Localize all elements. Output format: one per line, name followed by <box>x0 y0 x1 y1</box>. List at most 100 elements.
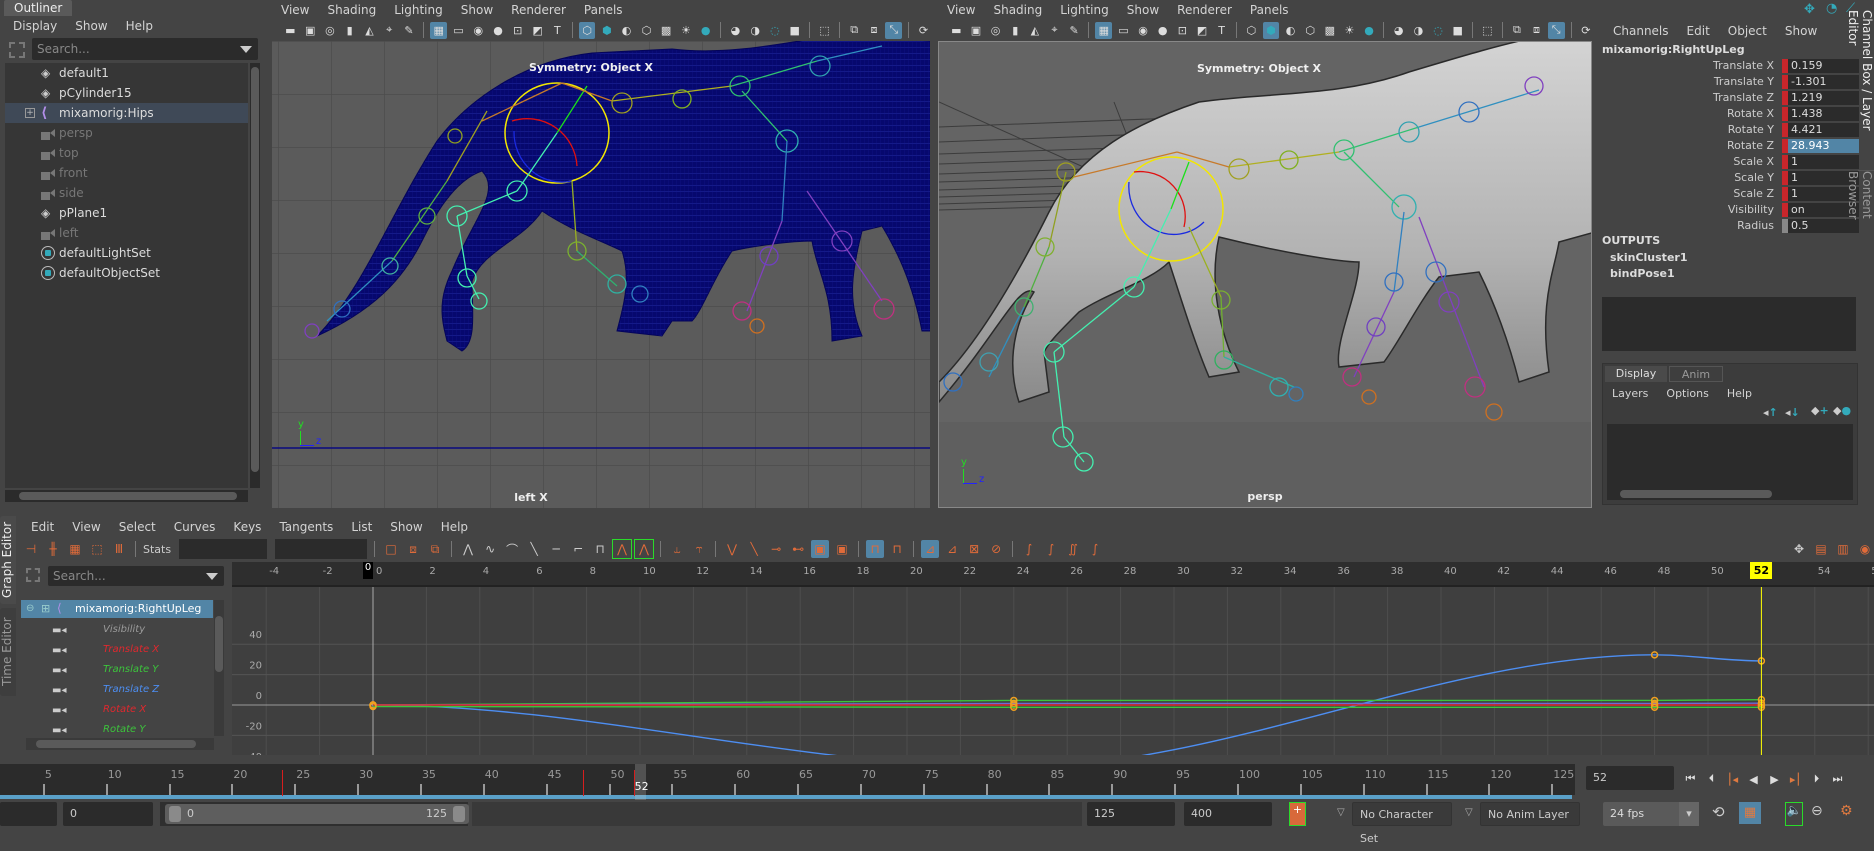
fps-dropdown[interactable]: 24 fps ▾ <box>1603 802 1699 826</box>
frame-playback-range-icon[interactable]: ⧈ <box>404 540 422 558</box>
graph-channel-row[interactable]: ▬◂ Visibility <box>20 620 216 640</box>
filter-icon[interactable] <box>9 42 25 58</box>
graph-menu-tangents[interactable]: Tangents <box>270 520 342 534</box>
cb-menu-channels[interactable]: Channels <box>1604 24 1678 38</box>
anim-start-field[interactable]: 0 <box>63 802 153 826</box>
cb-menu-object[interactable]: Object <box>1719 24 1776 38</box>
image-plane-icon[interactable]: ◭ <box>1027 22 1044 39</box>
outliner-item[interactable]: side <box>5 183 248 203</box>
channel-row[interactable]: Translate Y -1.301 <box>1596 74 1859 90</box>
go-to-end-icon[interactable]: ⏭ <box>1829 771 1846 788</box>
time-editor-icon[interactable]: ◉ <box>1856 540 1874 558</box>
character-set-dropdown-icon[interactable]: ▽ <box>1337 807 1345 818</box>
outliner-item[interactable]: ◈ pPlane1 <box>5 203 248 223</box>
auto-tangent-icon[interactable]: ⋀ <box>459 540 477 558</box>
post-infinity-offset-icon[interactable]: ∫ <box>1086 540 1104 558</box>
character-set-field[interactable]: No Character Set <box>1352 802 1452 845</box>
camera-attr-icon[interactable]: ◎ <box>322 22 339 39</box>
xray-active-icon[interactable]: ⧈ <box>1528 22 1545 39</box>
outliner-item[interactable]: left <box>5 223 248 243</box>
resolution-gate-icon[interactable]: ◉ <box>1135 22 1152 39</box>
animation-preferences-icon[interactable]: ⚙ <box>1840 803 1853 819</box>
cb-menu-show[interactable]: Show <box>1776 24 1826 38</box>
range-start-marker[interactable]: 0 <box>363 562 373 579</box>
wireframe-icon[interactable]: ⬡ <box>1243 22 1260 39</box>
anti-aliasing-icon[interactable]: ◌ <box>767 22 784 39</box>
insert-key-icon[interactable]: ╫ <box>44 540 62 558</box>
outliner-tab[interactable]: Outliner <box>4 0 72 16</box>
graph-curves[interactable]: 40200-20-40-60 <box>232 587 1874 755</box>
channel-row[interactable]: Scale Z1 <box>1596 186 1859 202</box>
hud-icon[interactable]: ⟳ <box>1577 22 1594 39</box>
outliner-search-input[interactable]: Search... <box>32 38 258 60</box>
fps-dropdown-arrow-icon[interactable]: ▾ <box>1679 802 1699 826</box>
layer-menu-layers[interactable]: Layers <box>1603 387 1657 400</box>
outliner-vscrollbar[interactable] <box>250 63 260 488</box>
outliner-hscrollbar[interactable] <box>5 490 248 502</box>
graph-channel-row[interactable]: ▬◂ Translate Z <box>20 680 216 700</box>
isolate-select-icon[interactable]: ⬚ <box>816 22 833 39</box>
camera-icon[interactable]: ▬ <box>282 22 299 39</box>
key-pin-icon[interactable]: ▬◂ <box>52 685 66 696</box>
graph-menu-help[interactable]: Help <box>432 520 477 534</box>
viewport-left-view[interactable]: Symmetry: Object X y z left X <box>272 41 930 508</box>
channel-value-field[interactable]: 1.438 <box>1788 107 1859 121</box>
channel-value-field[interactable]: 1 <box>1788 155 1859 169</box>
step-forward-key-icon[interactable]: ▸⎮ <box>1787 771 1804 788</box>
loop-icon[interactable]: ⟲ <box>1712 803 1725 821</box>
move-tool-icon[interactable]: ✥ <box>1804 2 1815 17</box>
viewport-menu-show[interactable]: Show <box>452 3 502 17</box>
attribute-editor-icon[interactable]: ◔ <box>1826 1 1837 16</box>
retime-icon[interactable]: ⊘ <box>987 540 1005 558</box>
step-forward-frame-icon[interactable]: ⏵ <box>1808 771 1825 788</box>
pan-view-icon[interactable]: ✥ <box>1790 540 1808 558</box>
pre-infinity-offset-icon[interactable]: ∬ <box>1064 540 1082 558</box>
range-slider[interactable]: 0 125 <box>165 804 469 824</box>
channel-value-field[interactable]: -1.301 <box>1788 75 1859 89</box>
xray-active-icon[interactable]: ⧈ <box>866 22 883 39</box>
viewport-menu-view[interactable]: View <box>938 3 984 17</box>
move-key-icon[interactable]: ⊣ <box>22 540 40 558</box>
safe-action-icon[interactable]: ◩ <box>1194 22 1211 39</box>
collapse-icon[interactable]: ⊖ <box>26 603 34 614</box>
viewport-right-canvas[interactable] <box>939 42 1592 508</box>
swap-buffer-curve-icon[interactable]: ▣ <box>833 540 851 558</box>
outliner-menu-display[interactable]: Display <box>4 19 66 33</box>
graph-menu-select[interactable]: Select <box>110 520 165 534</box>
unify-tangents-icon[interactable]: ⥾ <box>690 540 708 558</box>
trax-editor-icon[interactable]: ▥ <box>1834 540 1852 558</box>
lattice-deform-icon[interactable]: ▦ <box>66 540 84 558</box>
key-pin-icon[interactable]: ▬◂ <box>52 665 66 676</box>
layer-menu-help[interactable]: Help <box>1718 387 1761 400</box>
pre-infinity-cycle-icon[interactable]: ∫ <box>1020 540 1038 558</box>
play-backwards-icon[interactable]: ◀ <box>1745 771 1762 788</box>
current-time-marker[interactable]: 52 <box>1750 562 1773 579</box>
2d-pan-zoom-icon[interactable]: ⌖ <box>381 22 398 39</box>
textures-icon[interactable]: ⤡ <box>885 21 903 39</box>
channel-value-field[interactable]: 1.219 <box>1788 91 1859 105</box>
anim-start-field-left[interactable] <box>0 802 57 826</box>
new-layer-from-selected-icon[interactable]: ◆● <box>1833 404 1851 417</box>
graph-menu-edit[interactable]: Edit <box>22 520 63 534</box>
xray-icon[interactable]: ▩ <box>658 22 675 39</box>
stats-value-field[interactable] <box>275 539 368 559</box>
move-layer-up-icon[interactable]: ◂↑ <box>1763 406 1778 419</box>
move-layer-down-icon[interactable]: ◂↓ <box>1785 406 1800 419</box>
xray-joints-icon[interactable]: ⧉ <box>1509 22 1526 39</box>
depth-of-field-icon[interactable]: ■ <box>1449 22 1466 39</box>
wireframe-on-shaded-icon[interactable]: ⬡ <box>638 22 655 39</box>
cache-playback-icon[interactable]: ▦ <box>1739 802 1761 824</box>
viewport-right-view[interactable]: Symmetry: Object X y z persp <box>938 41 1592 508</box>
graph-channel-row[interactable]: ▬◂ Translate X <box>20 640 216 660</box>
dope-sheet-icon[interactable]: ▤ <box>1812 540 1830 558</box>
graph-search-input[interactable]: Search... <box>48 566 224 586</box>
stacked-view-icon[interactable]: ⊿ <box>943 540 961 558</box>
channel-row[interactable]: Rotate Y 4.421 <box>1596 122 1859 138</box>
graph-menu-show[interactable]: Show <box>381 520 431 534</box>
isolate-select-icon[interactable]: ⬚ <box>1479 22 1496 39</box>
grease-pencil-icon[interactable]: ✎ <box>401 22 418 39</box>
key-pin-icon[interactable]: ▬◂ <box>52 625 66 636</box>
key-pin-icon[interactable]: ▬◂ <box>52 705 66 716</box>
side-tab-content-browser[interactable]: Content Browser <box>1846 170 1874 270</box>
anim-layer-field[interactable]: No Anim Layer <box>1480 802 1580 826</box>
